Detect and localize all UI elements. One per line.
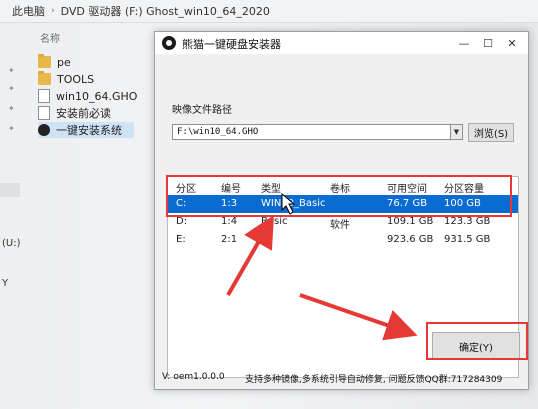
file-icon <box>38 89 50 103</box>
list-item[interactable]: pe <box>38 54 71 70</box>
breadcrumb-item-dvd-drive[interactable]: DVD 驱动器 (F:) Ghost_win10_64_2020 <box>61 3 270 19</box>
cell-number: 1:4 <box>221 216 238 227</box>
nav-pane-selection[interactable] <box>0 183 20 197</box>
pin-icon[interactable]: ✦ <box>8 104 16 113</box>
cell-free-space: 923.6 GB <box>387 234 434 245</box>
cell-number: 2:1 <box>221 234 238 245</box>
nav-drive-u[interactable]: (U:) <box>2 238 21 249</box>
chevron-right-icon: › <box>51 6 55 16</box>
folder-icon <box>38 71 51 85</box>
file-icon <box>38 106 50 120</box>
panda-logo-icon <box>162 36 176 50</box>
list-item[interactable]: 安装前必读 <box>38 105 111 121</box>
status-bar: V: oem1.0.0.0 支持多种镜像,多系统引导自动修复, 问题反馈QQ群:… <box>155 368 528 388</box>
pin-icon[interactable]: ✦ <box>8 66 16 75</box>
close-button[interactable]: ✕ <box>500 34 524 52</box>
nav-item-y[interactable]: Y <box>2 278 8 289</box>
folder-icon <box>38 54 51 68</box>
pin-icon[interactable]: ✦ <box>8 124 16 133</box>
cell-capacity: 931.5 GB <box>444 234 491 245</box>
pin-icon[interactable]: ✦ <box>8 84 16 93</box>
annotation-highlight-ok <box>426 322 528 360</box>
cell-free-space: 109.1 GB <box>387 216 434 227</box>
image-path-label: 映像文件路径 <box>172 105 232 116</box>
file-name: pe <box>57 55 71 69</box>
file-name: win10_64.GHO <box>56 89 138 103</box>
minimize-button[interactable]: — <box>452 34 476 52</box>
chevron-down-icon[interactable]: ▼ <box>451 124 463 140</box>
file-name: 安装前必读 <box>56 107 111 120</box>
browse-button[interactable]: 浏览(S) <box>468 123 514 142</box>
status-version: V: oem1.0.0.0 <box>162 372 225 382</box>
breadcrumb: 此电脑 › DVD 驱动器 (F:) Ghost_win10_64_2020 <box>0 0 538 23</box>
file-name: 一键安装系统 <box>56 124 122 137</box>
dialog-title: 熊猫一键硬盘安装器 <box>182 38 281 51</box>
window-controls: — ☐ ✕ <box>452 34 524 52</box>
image-path-input[interactable]: F:\win10_64.GHO <box>172 124 451 140</box>
table-row[interactable]: E: 2:1 923.6 GB 931.5 GB <box>168 231 518 249</box>
file-name: TOOLS <box>57 72 95 86</box>
cell-type: Basic <box>261 216 288 227</box>
cell-partition: E: <box>176 234 186 245</box>
maximize-button[interactable]: ☐ <box>476 34 500 52</box>
cell-partition: D: <box>176 216 188 227</box>
column-header-name[interactable]: 名称 <box>40 30 60 45</box>
status-message: 支持多种镜像,多系统引导自动修复, 问题反馈QQ群:717284309 <box>245 375 503 385</box>
list-item[interactable]: TOOLS <box>38 71 94 87</box>
annotation-highlight-row <box>166 175 512 217</box>
list-item[interactable]: 一键安装系统 <box>38 122 134 138</box>
list-item[interactable]: win10_64.GHO <box>38 88 137 104</box>
cell-label: 软件 <box>330 220 350 231</box>
title-bar[interactable]: 熊猫一键硬盘安装器 — ☐ ✕ <box>155 32 528 54</box>
cell-capacity: 123.3 GB <box>444 216 491 227</box>
breadcrumb-item-this-pc[interactable]: 此电脑 <box>12 3 45 19</box>
app-icon <box>38 124 50 136</box>
